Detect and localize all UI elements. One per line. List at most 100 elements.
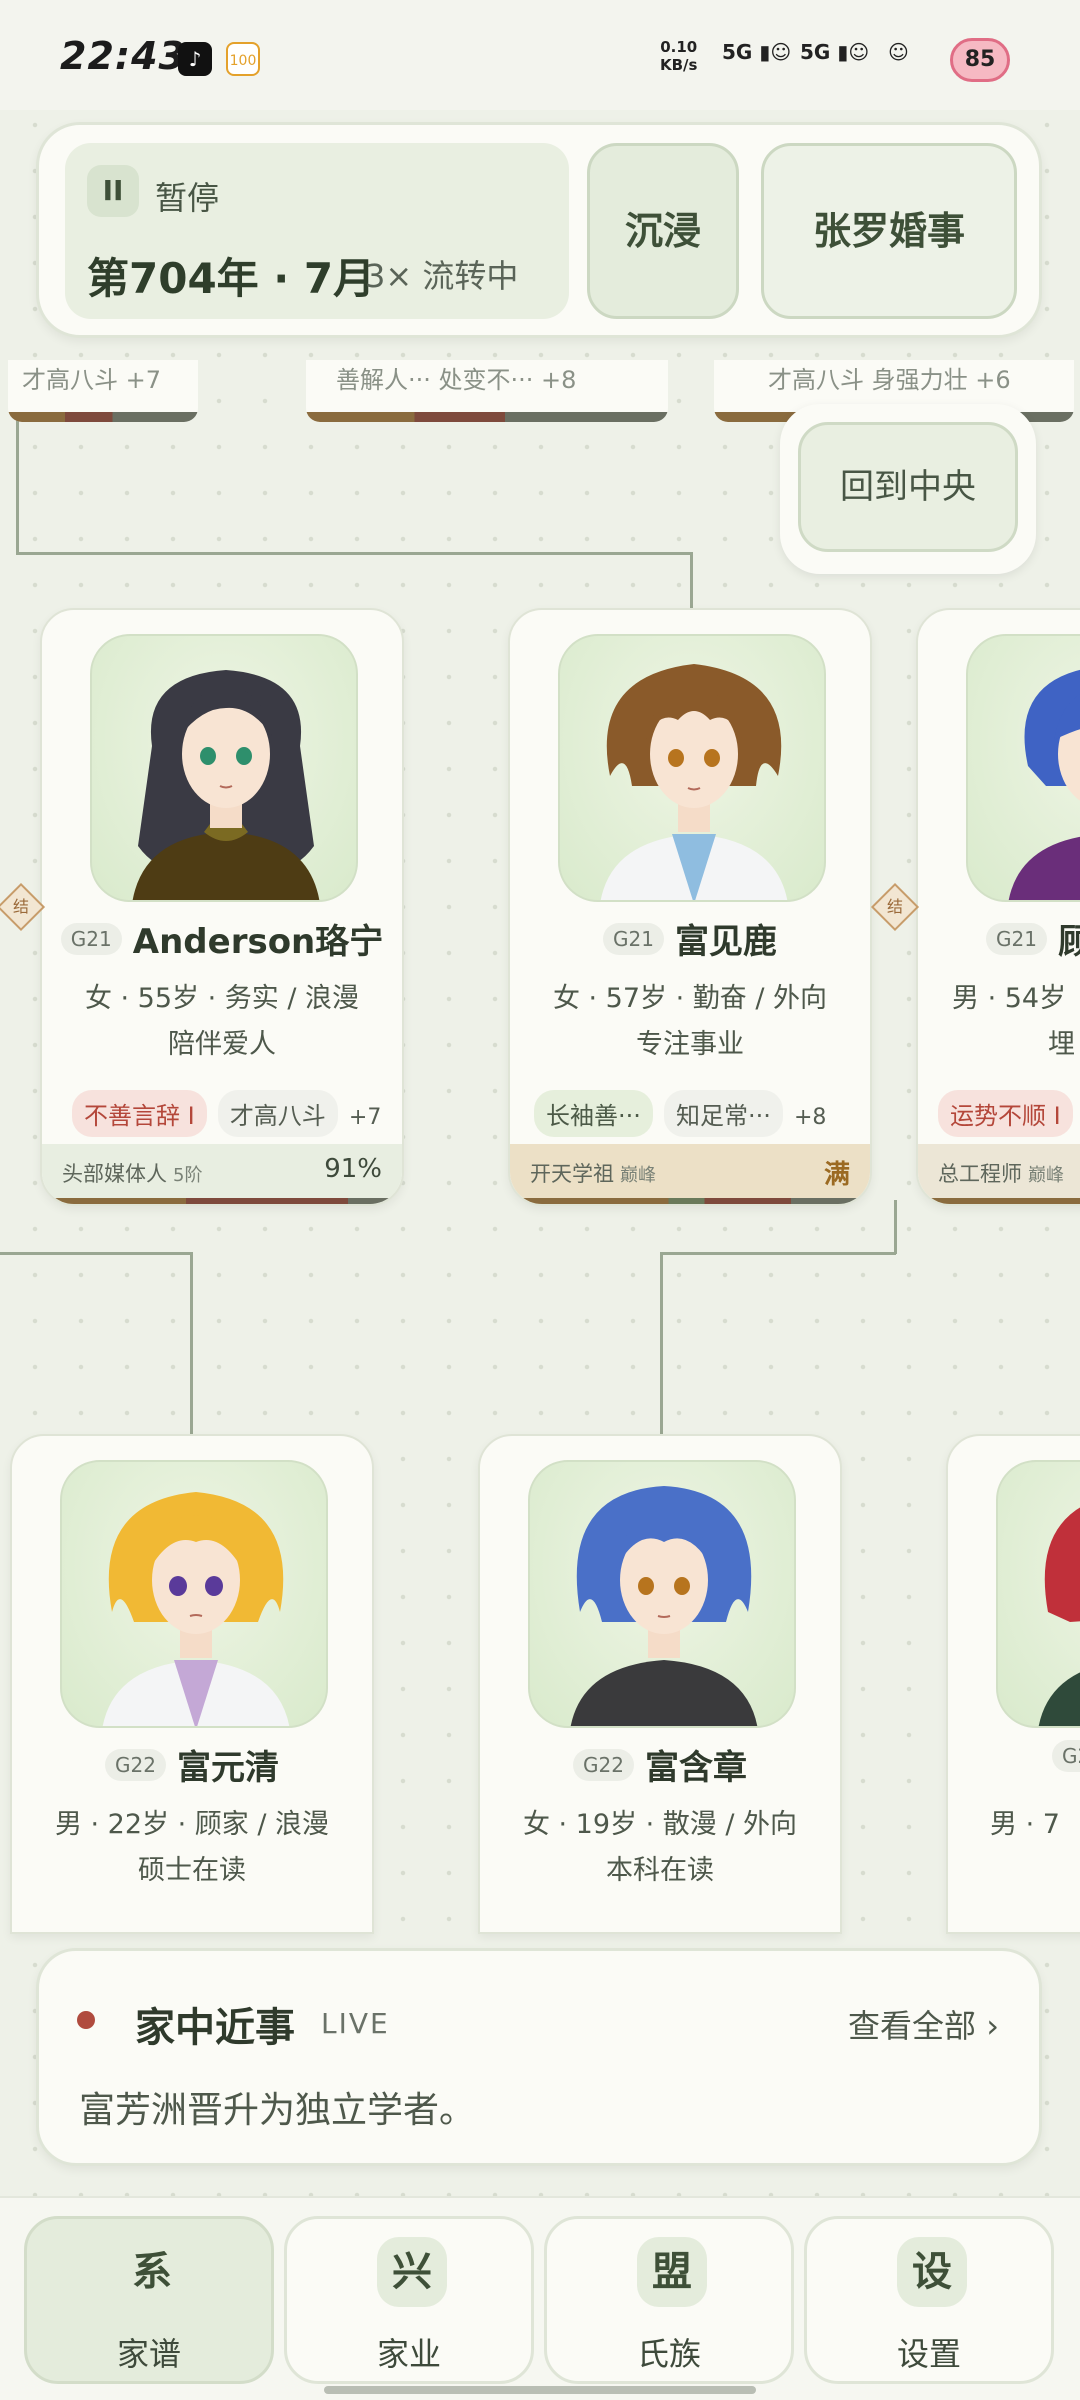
nav-label: 家业 <box>376 2335 441 2373</box>
person-status: 陪伴爱人 <box>168 1029 276 1060</box>
signal-icon: 5G ▮☺ <box>800 40 870 64</box>
battery-icon: 85 <box>950 38 1010 82</box>
partial-card[interactable]: 才高八斗 +7 <box>8 360 198 422</box>
trait-strip <box>918 1198 1080 1204</box>
generation-badge: G21 <box>986 922 1047 955</box>
arrange-marriage-button[interactable]: 张罗婚事 <box>761 143 1017 319</box>
game-date: 第704年 · 7月 <box>87 254 376 303</box>
bottom-navigation: 系 家谱 兴 家业 盟 氏族 设 设置 <box>0 2196 1080 2400</box>
more-traits[interactable]: +7 <box>349 1105 381 1130</box>
latest-event: 富芳洲晋升为独立学者。 <box>79 2090 476 2131</box>
career-bar: 总工程师 巅峰 <box>918 1144 1080 1198</box>
name-row: G22 富元清 <box>12 1740 372 1789</box>
pause-label[interactable]: 暂停 <box>155 173 219 219</box>
speed-indicator[interactable]: 3× 流转中 <box>365 251 518 297</box>
person-name: 富元清 <box>177 1748 280 1788</box>
clan-icon: 盟 <box>637 2237 707 2307</box>
nav-settings[interactable]: 设 设置 <box>804 2216 1054 2384</box>
career-name: 开天学祖 <box>530 1162 614 1186</box>
person-name: Anderson珞宁 <box>132 922 384 962</box>
career-title: 总工程师 巅峰 <box>938 1158 1064 1188</box>
live-indicator-icon <box>77 2011 95 2029</box>
career-progress: 91% <box>324 1154 382 1184</box>
avatar <box>90 634 358 902</box>
person-info: 女 · 57岁 · 勤奋 / 外向 <box>552 983 828 1014</box>
marriage-label: 结 <box>886 897 903 916</box>
live-label: LIVE <box>321 2007 390 2040</box>
tree-line <box>0 1252 192 1255</box>
trait-tag[interactable]: 长袖善··· <box>534 1090 653 1137</box>
nav-label: 家谱 <box>116 2335 181 2373</box>
trait-tag[interactable]: 运势不顺 I <box>938 1090 1073 1137</box>
partial-card-text: 善解人··· 处变不··· +8 <box>336 366 577 394</box>
person-card[interactable]: G22 富含章 女 · 19岁 · 散漫 / 外向 本科在读 <box>478 1434 842 1934</box>
nav-label: 氏族 <box>636 2335 701 2373</box>
status-time: 22:43 <box>60 34 186 78</box>
person-card[interactable]: G21 富见鹿 女 · 57岁 · 勤奋 / 外向 专注事业 长袖善··· 知足… <box>508 608 872 1206</box>
tree-line <box>660 1252 896 1255</box>
network-speed-value: 0.10 <box>660 38 698 56</box>
person-status: 本科在读 <box>606 1855 714 1886</box>
nav-clan[interactable]: 盟 氏族 <box>544 2216 794 2384</box>
person-name: 顾 <box>1058 914 1080 963</box>
recent-events-panel: 家中近事 LIVE 查看全部 › 富芳洲晋升为独立学者。 <box>36 1948 1042 2166</box>
career-bar: 头部媒体人 5阶 91% <box>42 1144 402 1198</box>
trait-strip <box>510 1198 870 1204</box>
person-status: 埋 <box>1048 1029 1075 1060</box>
tree-line <box>894 1200 897 1254</box>
person-info: 男 · 54岁 <box>952 983 1067 1014</box>
pause-icon[interactable]: II <box>87 165 139 217</box>
settings-icon: 设 <box>897 2237 967 2307</box>
career-title: 开天学祖 巅峰 <box>530 1158 656 1188</box>
person-info: 女 · 19岁 · 散漫 / 外向 <box>522 1809 798 1840</box>
return-center-button[interactable]: 回到中央 <box>798 422 1018 552</box>
trait-tag[interactable]: 不善言辞 I <box>72 1090 207 1137</box>
person-card[interactable]: G2 男 · 7 <box>946 1434 1080 1934</box>
avatar <box>528 1460 796 1728</box>
avatar <box>996 1460 1080 1728</box>
career-bar: 开天学祖 巅峰 满 <box>510 1144 870 1198</box>
nav-family-tree[interactable]: 系 家谱 <box>24 2216 274 2384</box>
partial-card[interactable]: 善解人··· 处变不··· +8 <box>306 360 668 422</box>
person-name: 富含章 <box>645 1748 748 1788</box>
trait-tags: 不善言辞 I 才高八斗 +7 <box>72 1090 381 1137</box>
time-control-panel: II 暂停 第704年 · 7月 3× 流转中 沉浸 张罗婚事 <box>36 122 1042 338</box>
person-status: 专注事业 <box>636 1029 744 1060</box>
immersive-button[interactable]: 沉浸 <box>587 143 739 319</box>
home-indicator[interactable] <box>324 2386 756 2394</box>
trait-strip <box>8 412 198 422</box>
person-info: 女 · 55岁 · 务实 / 浪漫 <box>84 983 360 1014</box>
more-traits[interactable]: +8 <box>794 1105 826 1130</box>
trait-tags: 长袖善··· 知足常··· +8 <box>534 1090 826 1137</box>
view-all-link[interactable]: 查看全部 › <box>848 2001 999 2047</box>
return-center-container: 回到中央 <box>780 404 1036 574</box>
person-card[interactable]: G22 富元清 男 · 22岁 · 顾家 / 浪漫 硕士在读 <box>10 1434 374 1934</box>
career-name: 总工程师 <box>938 1162 1022 1186</box>
network-speed-unit: KB/s <box>660 56 698 74</box>
name-row: G21 Anderson珞宁 <box>42 914 402 963</box>
trait-tag[interactable]: 知足常··· <box>663 1090 783 1137</box>
person-info: 男 · 22岁 · 顾家 / 浪漫 <box>54 1809 330 1840</box>
signal-label: 5G <box>722 40 753 64</box>
events-title: 家中近事 <box>135 2005 295 2051</box>
marriage-label: 结 <box>12 897 29 916</box>
battery-level: 85 <box>964 47 996 72</box>
nav-family-business[interactable]: 兴 家业 <box>284 2216 534 2384</box>
signal-icon: 5G ▮☺ <box>722 40 792 64</box>
person-card[interactable]: G21 Anderson珞宁 女 · 55岁 · 务实 / 浪漫 陪伴爱人 不善… <box>40 608 404 1206</box>
time-status: II 暂停 第704年 · 7月 3× 流转中 <box>65 143 569 319</box>
tree-line <box>690 552 693 608</box>
career-title: 头部媒体人 5阶 <box>62 1158 202 1188</box>
generation-badge: G21 <box>60 922 122 955</box>
career-progress: 满 <box>823 1160 850 1190</box>
trait-tag[interactable]: 才高八斗 <box>217 1090 338 1137</box>
partial-card-text: 才高八斗 +7 <box>22 366 162 394</box>
person-card[interactable]: G21 顾 男 · 54岁 埋 运势不顺 I 总工程师巅峰 <box>916 608 1080 1206</box>
name-row: G2 <box>948 1740 1080 1772</box>
network-speed: 0.10 KB/s <box>660 38 697 74</box>
status-bar: 22:43 ♪ 100 0.10 KB/s 5G ▮☺ 5G ▮☺ ☺ 85 <box>0 0 1080 110</box>
signal-label: 5G <box>800 40 831 64</box>
generation-badge: G22 <box>572 1748 634 1781</box>
avatar <box>558 634 826 902</box>
app-notification-icon: 100 <box>226 42 260 76</box>
